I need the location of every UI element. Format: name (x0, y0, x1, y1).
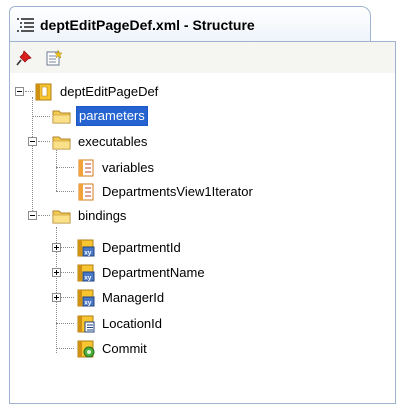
tree-node-departmentname[interactable]: xy DepartmentName (76, 262, 207, 284)
tree-line (56, 191, 74, 192)
tree-node-label: DepartmentId (102, 240, 181, 255)
tree-node-bindings[interactable]: bindings (52, 205, 128, 227)
tree-line (38, 215, 50, 216)
tree-line (32, 116, 50, 117)
structure-panel: deptEditPageDef.xml - Structure deptEdit… (9, 6, 396, 404)
tree-node-departmentid[interactable]: xy DepartmentId (76, 237, 183, 259)
new-item-button[interactable] (44, 49, 64, 67)
tree-node-label: DepartmentsView1Iterator (102, 184, 253, 199)
tree-line (61, 297, 74, 298)
tree-node-locationid[interactable]: LocationId (76, 313, 164, 335)
tree-line (56, 167, 74, 168)
folder-icon (52, 110, 71, 124)
tree-node-label: Commit (102, 341, 147, 356)
list-binding-icon (77, 315, 95, 333)
tree-line (32, 97, 33, 215)
folder-icon (52, 210, 71, 224)
tree-node-root[interactable]: deptEditPageDef (34, 81, 160, 103)
tree-node-label: bindings (78, 208, 127, 223)
tree-node-label: ManagerId (102, 290, 165, 305)
panel-title: deptEditPageDef.xml - Structure (40, 16, 255, 33)
tree-node-label: deptEditPageDef (60, 84, 159, 99)
folder-icon (52, 136, 71, 150)
svg-text:xy: xy (84, 249, 92, 256)
svg-text:xy: xy (84, 299, 92, 306)
attribute-binding-icon: xy (77, 239, 95, 257)
new-item-icon (46, 49, 63, 66)
pushpin-icon (16, 50, 32, 66)
tree-node-variables[interactable]: variables (76, 157, 156, 179)
structure-tab[interactable]: deptEditPageDef.xml - Structure (9, 6, 371, 42)
structure-toolbar (10, 41, 395, 73)
tree-node-iterator[interactable]: DepartmentsView1Iterator (76, 181, 255, 203)
tree-line (38, 141, 50, 142)
svg-text:xy: xy (84, 274, 92, 281)
tree-node-parameters[interactable]: parameters (52, 105, 148, 127)
tree-node-label: variables (102, 160, 155, 175)
iterator-icon (78, 159, 94, 177)
pin-button[interactable] (15, 49, 35, 67)
collapse-toggle[interactable] (15, 87, 24, 96)
collapse-toggle[interactable] (28, 211, 37, 220)
tree-line (56, 348, 74, 349)
attribute-binding-icon: xy (77, 264, 95, 282)
pagedef-icon (35, 83, 52, 101)
tree-node-label: parameters (76, 106, 148, 126)
action-binding-icon (77, 340, 95, 358)
tree-line (61, 272, 74, 273)
tree-node-executables[interactable]: executables (52, 131, 149, 153)
structure-content: deptEditPageDef parameters executables v… (9, 41, 396, 404)
expand-toggle[interactable] (52, 268, 61, 277)
tree-node-managerid[interactable]: xy ManagerId (76, 287, 166, 309)
collapse-toggle[interactable] (28, 137, 37, 146)
expand-toggle[interactable] (52, 243, 61, 252)
tree-line (56, 323, 74, 324)
tree-node-commit[interactable]: Commit (76, 338, 149, 360)
iterator-icon (78, 183, 94, 201)
tree-node-label: DepartmentName (102, 265, 205, 280)
tree-line (25, 91, 33, 92)
tree-node-label: LocationId (102, 316, 162, 331)
tree-node-label: executables (78, 134, 148, 149)
attribute-binding-icon: xy (77, 289, 95, 307)
structure-list-icon (17, 17, 34, 32)
tree-line (61, 247, 74, 248)
expand-toggle[interactable] (52, 293, 61, 302)
